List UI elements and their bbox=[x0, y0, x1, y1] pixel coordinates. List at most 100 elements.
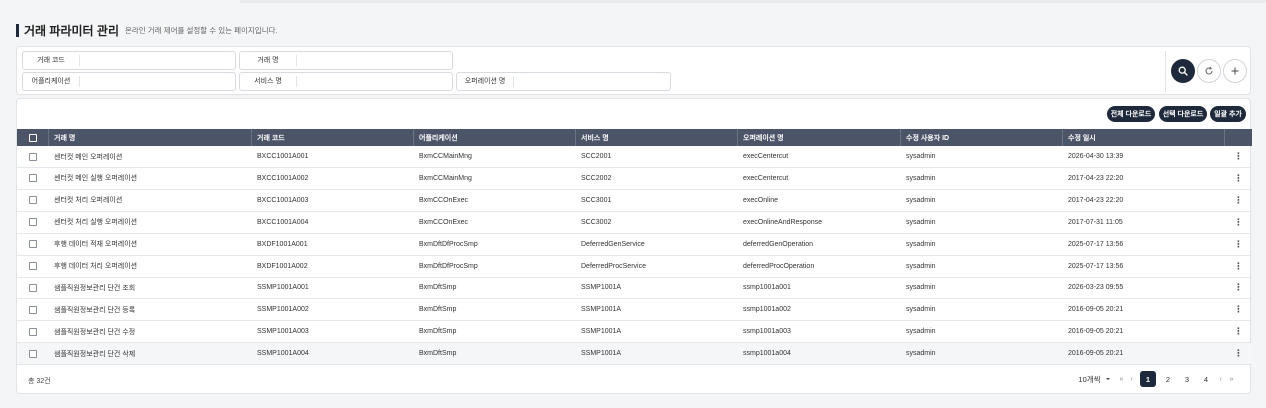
cell-service-name: SCC3001 bbox=[581, 196, 612, 204]
row-menu-button[interactable]: ⋮ bbox=[1225, 234, 1252, 255]
page-title: 거래 파라미터 관리 bbox=[24, 23, 119, 38]
page-button-1[interactable]: 1 bbox=[1140, 371, 1156, 387]
last-page-button[interactable]: » bbox=[1227, 371, 1236, 387]
next-page-button[interactable]: › bbox=[1216, 371, 1225, 387]
transaction-name-field: 거래 명 bbox=[239, 51, 453, 70]
page-button-4[interactable]: 4 bbox=[1198, 371, 1214, 387]
row-menu-button[interactable]: ⋮ bbox=[1225, 168, 1252, 189]
download-all-button[interactable]: 전체 다운로드 bbox=[1107, 106, 1155, 122]
kebab-menu-icon: ⋮ bbox=[1234, 348, 1243, 359]
table-row[interactable]: 센터컷 메인 오퍼레이션 BXCC1001A001 BxmCCMainMng SCC2… bbox=[17, 146, 1252, 168]
application-field: 어플리케이션 bbox=[22, 72, 236, 91]
row-menu-button[interactable]: ⋮ bbox=[1225, 321, 1252, 342]
row-checkbox[interactable] bbox=[29, 218, 37, 227]
cell-transaction-code: BXCC1001A001 bbox=[257, 153, 309, 160]
column-header-service-name[interactable]: 서비스 명 bbox=[576, 129, 738, 146]
search-icon bbox=[1178, 66, 1188, 76]
service-name-field: 서비스 명 bbox=[239, 72, 453, 91]
bulk-add-button[interactable]: 일괄 추가 bbox=[1210, 106, 1246, 122]
cell-operation-name: ssmp1001a002 bbox=[743, 306, 791, 314]
top-bar bbox=[240, 0, 1266, 3]
service-name-input[interactable] bbox=[297, 73, 452, 90]
row-menu-button[interactable]: ⋮ bbox=[1225, 146, 1252, 167]
table-row[interactable]: 센터컷 메인 실행 오퍼레이션 BXCC1001A002 BxmCCMainMng S… bbox=[17, 168, 1252, 190]
download-selected-button[interactable]: 선택 다운로드 bbox=[1159, 106, 1207, 122]
cell-transaction-code: SSMP1001A002 bbox=[257, 306, 309, 314]
cell-service-name: SSMP1001A bbox=[581, 306, 622, 314]
column-header-operation-name[interactable]: 오퍼레이션 명 bbox=[738, 129, 901, 146]
title-accent-bar bbox=[16, 23, 19, 37]
page-button-2[interactable]: 2 bbox=[1160, 371, 1176, 387]
cell-service-name: SCC3002 bbox=[581, 218, 612, 226]
transaction-name-input[interactable] bbox=[297, 52, 452, 69]
column-header-modified-user[interactable]: 수정 사용자 ID bbox=[901, 129, 1063, 146]
cell-transaction-name: 샘플직원정보관리 단건 삭제 bbox=[54, 350, 136, 358]
chevron-down-icon bbox=[1105, 378, 1110, 380]
field-label: 어플리케이션 bbox=[23, 76, 80, 87]
page-size-select[interactable]: 10개씩 bbox=[1077, 371, 1113, 387]
row-menu-button[interactable]: ⋮ bbox=[1225, 343, 1252, 364]
table-row[interactable]: 후행 데이터 처리 오퍼레이션 BXDF1001A002 BxmDftDfProcS… bbox=[17, 256, 1252, 278]
row-checkbox[interactable] bbox=[29, 262, 37, 270]
cell-transaction-code: SSMP1001A004 bbox=[257, 350, 309, 358]
cell-service-name: DeferredProcService bbox=[581, 262, 646, 270]
row-checkbox[interactable] bbox=[29, 327, 37, 336]
cell-modified-at: 2016-09-05 20:21 bbox=[1068, 328, 1124, 336]
column-header-application[interactable]: 어플리케이션 bbox=[414, 129, 576, 146]
kebab-menu-icon: ⋮ bbox=[1234, 216, 1243, 227]
row-checkbox[interactable] bbox=[29, 305, 37, 314]
cell-service-name: SCC2002 bbox=[581, 174, 612, 182]
row-menu-button[interactable]: ⋮ bbox=[1225, 277, 1252, 298]
operation-name-input[interactable] bbox=[514, 73, 670, 90]
first-page-button[interactable]: « bbox=[1117, 371, 1126, 387]
table-row[interactable]: 센터컷 처리 실행 오퍼레이션 BXCC1001A004 BxmCCOnExec SC… bbox=[17, 212, 1252, 234]
page-header: 거래 파라미터 관리 온라인 거래 제어를 설정할 수 있는 페이지입니다. bbox=[16, 23, 278, 38]
cell-operation-name: deferredProcOperation bbox=[743, 262, 815, 270]
row-checkbox[interactable] bbox=[29, 174, 37, 183]
row-checkbox[interactable] bbox=[29, 283, 37, 292]
transaction-code-input[interactable] bbox=[80, 52, 235, 69]
table-row[interactable]: 샘플직원정보관리 단건 등록 SSMP1001A002 BxmDftSmp SSMP1… bbox=[17, 299, 1252, 322]
reset-button[interactable] bbox=[1197, 59, 1221, 83]
cell-application: BxmDftSmp bbox=[419, 328, 457, 336]
row-menu-button[interactable]: ⋮ bbox=[1225, 256, 1252, 277]
cell-modified-user: sysadmin bbox=[906, 284, 936, 292]
add-button[interactable] bbox=[1223, 59, 1247, 83]
page-button-3[interactable]: 3 bbox=[1179, 371, 1195, 387]
cell-modified-user: sysadmin bbox=[906, 240, 936, 248]
row-checkbox-cell bbox=[17, 299, 49, 320]
row-checkbox[interactable] bbox=[29, 152, 37, 161]
column-header-transaction-name[interactable]: 거래 명 bbox=[49, 129, 252, 146]
table-row[interactable]: 샘플직원정보관리 단건 조회 SSMP1001A001 BxmDftSmp SSMP1… bbox=[17, 277, 1252, 300]
cell-transaction-code: BXDF1001A001 bbox=[257, 240, 308, 248]
row-checkbox-cell bbox=[17, 212, 49, 233]
column-header-modified-at[interactable]: 수정 일시 bbox=[1063, 129, 1225, 146]
row-menu-button[interactable]: ⋮ bbox=[1225, 299, 1252, 320]
field-label: 거래 명 bbox=[240, 55, 297, 66]
cell-operation-name: execOnline bbox=[743, 196, 779, 204]
prev-page-button[interactable]: ‹ bbox=[1127, 371, 1136, 387]
row-checkbox[interactable] bbox=[29, 240, 37, 249]
table-row[interactable]: 센터컷 처리 오퍼레이션 BXCC1001A003 BxmCCOnExec SCC30… bbox=[17, 190, 1252, 212]
table-row[interactable]: 후행 데이터 적재 오퍼레이션 BXDF1001A001 BxmDftDfProcS… bbox=[17, 234, 1252, 256]
row-checkbox[interactable] bbox=[29, 196, 37, 205]
cell-modified-at: 2017-04-23 22:20 bbox=[1068, 196, 1124, 204]
cell-modified-at: 2025-07-17 13:56 bbox=[1068, 262, 1124, 270]
row-checkbox[interactable] bbox=[29, 349, 37, 358]
kebab-menu-icon: ⋮ bbox=[1234, 282, 1243, 293]
table-row[interactable]: 샘플직원정보관리 단건 수정 SSMP1001A003 BxmDftSmp SSMP1… bbox=[17, 321, 1252, 344]
cell-application: BxmCCOnExec bbox=[419, 218, 469, 226]
cell-service-name: DeferredGenService bbox=[581, 240, 645, 248]
cell-modified-user: sysadmin bbox=[906, 174, 936, 182]
cell-transaction-code: BXDF1001A002 bbox=[257, 262, 308, 270]
cell-application: BxmCCOnExec bbox=[419, 196, 469, 204]
select-all-checkbox[interactable] bbox=[28, 133, 37, 142]
column-header-transaction-code[interactable]: 거래 코드 bbox=[252, 129, 414, 146]
table-row[interactable]: 샘플직원정보관리 단건 삭제 SSMP1001A004 BxmDftSmp SSMP1… bbox=[17, 343, 1252, 366]
cell-service-name: SSMP1001A bbox=[581, 328, 622, 336]
row-menu-button[interactable]: ⋮ bbox=[1225, 190, 1252, 211]
application-input[interactable] bbox=[80, 73, 235, 90]
row-menu-button[interactable]: ⋮ bbox=[1225, 212, 1252, 233]
header-checkbox-cell bbox=[17, 129, 49, 146]
search-button[interactable] bbox=[1171, 59, 1195, 83]
